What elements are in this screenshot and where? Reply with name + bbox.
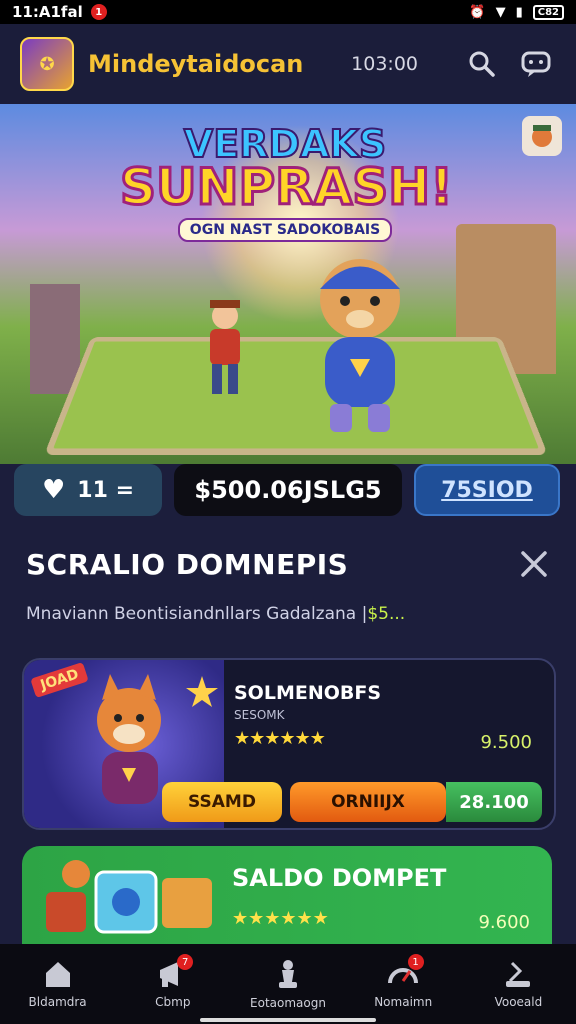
- status-bar: 11:A1fal 1 ⏰ ▼ ▮ C82: [0, 0, 576, 24]
- close-icon[interactable]: [516, 546, 552, 582]
- home-icon: [45, 962, 70, 987]
- bottom-nav: Bldamdra 7 Cbmp Eotaomaogn 1 Nomaimn Voo…: [0, 944, 576, 1024]
- nav-label: Cbmp: [155, 995, 191, 1009]
- wallet-price: 9.600: [478, 912, 530, 933]
- battery-icon: C82: [532, 4, 564, 20]
- hero-subtitle: OGN NAST SADOKOBAIS: [177, 218, 393, 242]
- notification-badge: 1: [90, 4, 107, 20]
- app-bar: ✪ Mindeytaidocan 103:00: [0, 24, 576, 104]
- nav-item-profile[interactable]: Vooeald: [461, 944, 576, 1024]
- bear-mascot-icon: [320, 259, 400, 432]
- likes-count: 11 =: [77, 477, 135, 503]
- card-green-button[interactable]: 28.100: [446, 782, 542, 822]
- nav-badge: 7: [177, 954, 194, 970]
- treasure-box-icon: [46, 860, 212, 934]
- home-indicator: [200, 1018, 376, 1022]
- card-orange-button[interactable]: ORNIIJX: [290, 782, 446, 822]
- app-logo[interactable]: ✪: [20, 37, 74, 91]
- nav-label: Bldamdra: [28, 995, 87, 1009]
- balance-pill: $500.06JSLG5: [174, 464, 402, 516]
- stats-row: ♥ 11 = $500.06JSLG5 75SIOD: [0, 464, 576, 534]
- stats-action-button[interactable]: 75SIOD: [414, 464, 560, 516]
- nav-item-home[interactable]: Bldamdra: [0, 944, 115, 1024]
- balance-value: $500.06JSLG5: [194, 476, 382, 504]
- user-icon: [506, 961, 531, 987]
- signal-icon: ▮: [515, 4, 523, 20]
- nav-label: Nomaimn: [374, 995, 433, 1009]
- chat-icon[interactable]: [516, 44, 556, 84]
- card-title: SOLMENOBFS: [234, 682, 382, 704]
- wallet-title: SALDO DOMPET: [232, 864, 447, 892]
- section-title: SCRALIO DOMNEPIS: [26, 548, 349, 581]
- adventurer-character-icon: [210, 300, 240, 394]
- tower-illustration: [30, 284, 80, 394]
- card-yellow-button[interactable]: SSAMD: [162, 782, 282, 822]
- app-title: Mindeytaidocan: [88, 50, 304, 78]
- section-subtitle-text: Mnaviann Beontisiandnllars Gadalzana |: [26, 604, 368, 624]
- star-rating: ★★★★★★: [234, 728, 326, 749]
- nav-badge: 1: [407, 954, 424, 970]
- alarm-icon: ⏰: [469, 4, 486, 20]
- wallet-star-rating: ★★★★★★: [232, 908, 329, 929]
- nav-item-notifications[interactable]: 1 Nomaimn: [346, 944, 461, 1024]
- section-subtitle-accent: $5...: [367, 604, 406, 624]
- chess-icon: [279, 960, 297, 988]
- app-bar-time: 103:00: [351, 53, 418, 75]
- nav-label: Vooeald: [494, 995, 543, 1009]
- likes-pill[interactable]: ♥ 11 =: [14, 464, 162, 516]
- offer-card[interactable]: JOAD SOLMENOBFS SESOMK ★★★★★★ 9.500 SSAM…: [22, 658, 556, 830]
- card-subtitle: SESOMK: [234, 708, 285, 722]
- search-icon[interactable]: [462, 44, 502, 84]
- hero-title: VERDAKS SUNPRASH! OGN NAST SADOKOBAIS: [119, 121, 455, 242]
- heart-icon: ♥: [41, 475, 66, 505]
- hero-banner[interactable]: VERDAKS SUNPRASH! OGN NAST SADOKOBAIS: [0, 104, 576, 464]
- nav-item-camp[interactable]: 7 Cbmp: [115, 944, 230, 1024]
- corner-avatar-icon[interactable]: [522, 116, 562, 156]
- nav-item-game[interactable]: Eotaomaogn: [230, 944, 345, 1024]
- hero-title-line2: SUNPRASH!: [119, 157, 455, 218]
- wallet-card[interactable]: SALDO DOMPET ★★★★★★ 9.600: [22, 846, 552, 946]
- wifi-icon: ▼: [495, 4, 506, 20]
- status-time: 11:A1fal: [12, 3, 83, 21]
- card-price: 9.500: [480, 732, 532, 753]
- nav-label: Eotaomaogn: [250, 996, 326, 1010]
- section-subtitle: Mnaviann Beontisiandnllars Gadalzana |$5…: [26, 604, 405, 624]
